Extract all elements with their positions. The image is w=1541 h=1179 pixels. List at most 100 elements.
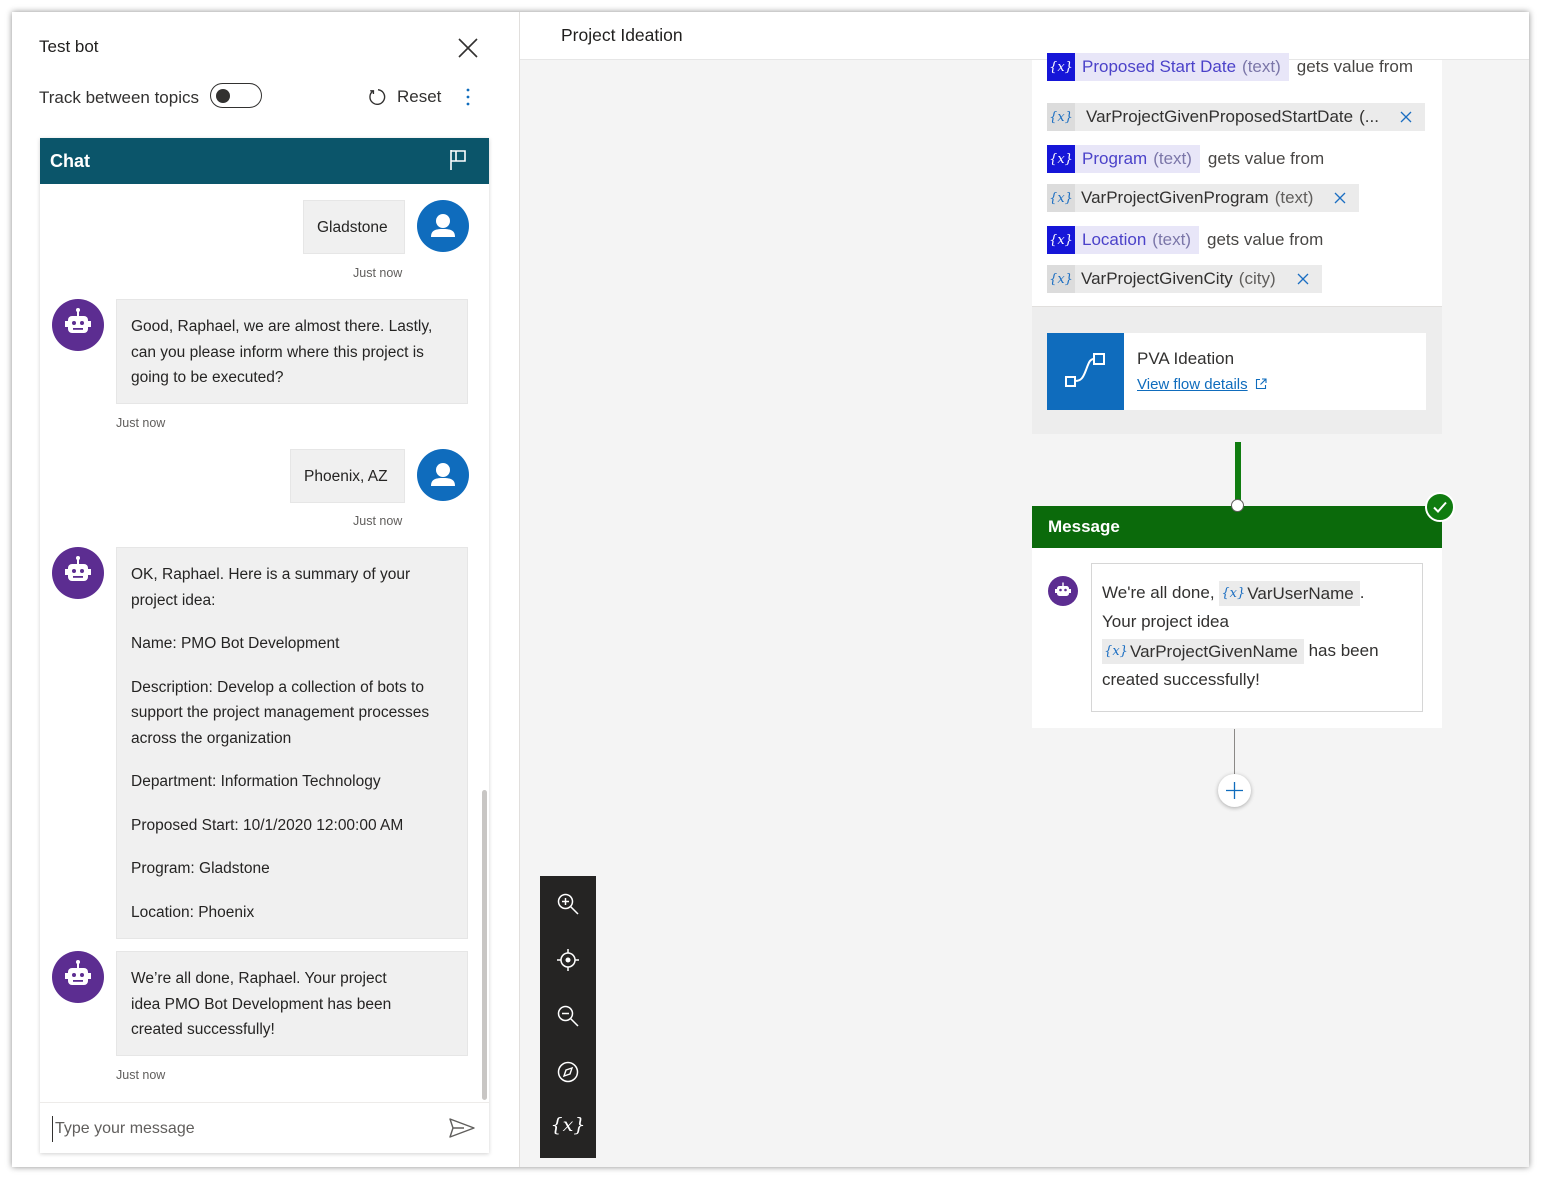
variable-icon: {x} [1047, 53, 1075, 81]
target-variable-type: (text) [1152, 230, 1192, 249]
message-text: created successfully! [1102, 670, 1260, 689]
node-status-badge [1425, 492, 1455, 522]
bot-avatar [52, 547, 104, 599]
test-bot-title: Test bot [39, 37, 99, 56]
bot-icon [65, 556, 91, 581]
view-flow-details-link[interactable]: View flow details [1137, 376, 1248, 393]
user-icon [431, 214, 455, 237]
bot-summary-message: OK, Raphael. Here is a summary of your p… [116, 547, 468, 939]
message-node-title: Message [1048, 517, 1120, 536]
variable-icon: {x} [1221, 586, 1246, 602]
inline-variable[interactable]: {x} VarProjectGivenName [1102, 639, 1304, 665]
minimap-button[interactable] [540, 1044, 596, 1100]
gets-value-from-label: gets value from [1207, 230, 1324, 249]
dismiss-icon[interactable] [1333, 191, 1347, 205]
variable-icon: {x} [1047, 184, 1075, 212]
summary-department: Department: Information Technology [131, 773, 381, 790]
source-variable-name: VarProjectGivenProposedStartDate [1086, 107, 1354, 126]
summary-intro: OK, Raphael. Here is a summary of your p… [131, 566, 411, 609]
track-between-topics-toggle[interactable] [210, 83, 262, 108]
dismiss-icon[interactable] [1296, 272, 1310, 286]
variable-icon: {x} [1047, 226, 1075, 254]
recenter-icon [557, 949, 579, 971]
bot-message-text: We’re all done, Raphael. Your project id… [131, 970, 392, 1038]
reset-label: Reset [397, 87, 442, 106]
variables-button[interactable]: {x} [540, 1100, 596, 1156]
checkmark-icon [1433, 501, 1447, 513]
message-text: Your project idea [1102, 612, 1229, 631]
inline-variable[interactable]: {x} VarUserName [1219, 581, 1360, 607]
target-variable[interactable]: {x} Proposed Start Date (text) [1047, 53, 1289, 81]
flow-card[interactable]: PVA Ideation View flow details [1047, 333, 1426, 410]
more-vertical-icon[interactable] [462, 85, 474, 109]
add-node-button[interactable] [1218, 774, 1251, 807]
target-variable-name: Program [1082, 149, 1148, 168]
message-text: . [1359, 583, 1365, 602]
gets-value-from-label: gets value from [1207, 149, 1325, 168]
add-node-connector [1234, 729, 1235, 779]
flow-icon-tile [1047, 333, 1124, 410]
chat-panel: Chat Gladstone Just now Good, Raphael, w… [40, 138, 489, 1153]
source-variable-name: VarProjectGivenCity [1081, 269, 1233, 288]
message-node[interactable]: Message We're all done, {x} VarUserName. … [1032, 506, 1442, 728]
bot-message: Good, Raphael, we are almost there. Last… [116, 299, 468, 404]
summary-name: Name: PMO Bot Development [131, 635, 340, 652]
flow-icon [1065, 353, 1105, 387]
summary-description: Description: Develop a collection of bot… [131, 678, 430, 747]
summary-location: Location: Phoenix [131, 903, 255, 921]
bot-icon [65, 308, 91, 333]
variable-icon: {x} [550, 1114, 586, 1136]
chat-transcript: Gladstone Just now Good, Raphael, we are… [40, 184, 489, 1102]
user-avatar [417, 200, 469, 252]
timestamp: Just now [353, 266, 403, 280]
send-icon[interactable] [448, 1117, 476, 1139]
target-variable-type: (text) [1153, 149, 1192, 168]
source-variable-chip[interactable]: {x} VarProjectGivenProposedStartDate (..… [1047, 103, 1425, 131]
bot-avatar [1048, 576, 1078, 606]
user-message-text: Gladstone [317, 219, 388, 236]
connector-dot [1231, 499, 1244, 512]
summary-proposed-start: Proposed Start: 10/1/2020 12:00:00 AM [131, 816, 404, 834]
message-text: has been [1308, 641, 1379, 660]
chat-scrollbar[interactable] [482, 790, 487, 1100]
node-connector [1235, 442, 1241, 506]
target-variable-name: Location [1082, 230, 1147, 249]
chat-message-input[interactable] [52, 1116, 432, 1142]
bot-message-text: Good, Raphael, we are almost there. Last… [131, 318, 433, 386]
variable-icon: {x} [1047, 145, 1075, 173]
timestamp: Just now [116, 1068, 166, 1082]
close-icon[interactable] [456, 36, 480, 60]
variable-icon: {x} [1104, 644, 1128, 660]
zoom-out-button[interactable] [540, 988, 596, 1044]
summary-program: Program: Gladstone [131, 860, 270, 877]
message-text-box[interactable]: We're all done, {x} VarUserName. Your pro… [1091, 563, 1423, 712]
window: Test bot Track between topics Reset Chat [12, 12, 1529, 1167]
target-variable[interactable]: {x} Program (text) [1047, 145, 1200, 173]
recenter-button[interactable] [540, 932, 596, 988]
target-variable[interactable]: {x} Location (text) [1047, 226, 1200, 254]
user-message: Gladstone [303, 200, 405, 254]
zoom-in-button[interactable] [540, 876, 596, 932]
refresh-icon [369, 88, 386, 105]
inline-variable-name: VarProjectGivenName [1130, 642, 1298, 662]
flag-icon[interactable] [448, 148, 470, 172]
inline-variable-name: VarUserName [1247, 584, 1354, 604]
bot-icon [65, 960, 91, 985]
variable-icon: {x} [1047, 103, 1075, 131]
test-bot-pane: Test bot Track between topics Reset Chat [12, 12, 520, 1167]
reset-button[interactable]: Reset [367, 84, 441, 110]
gets-value-from-label: gets value from [1296, 57, 1413, 76]
external-link-icon[interactable] [1255, 378, 1267, 390]
authoring-canvas: Project Ideation {x} Proposed Start Date… [520, 12, 1529, 1167]
mapping-source-row: {x} VarProjectGivenCity (city) [1047, 265, 1322, 293]
timestamp: Just now [353, 514, 403, 528]
user-avatar [417, 449, 469, 501]
user-message-text: Phoenix, AZ [304, 468, 388, 485]
zoom-in-icon [557, 893, 579, 915]
mapping-target-row: {x} Location (text) gets value from [1047, 226, 1323, 254]
source-variable-chip[interactable]: {x} VarProjectGivenProgram (text) [1047, 184, 1360, 212]
canvas-toolbar: {x} [540, 876, 596, 1158]
user-icon [431, 463, 455, 486]
source-variable-chip[interactable]: {x} VarProjectGivenCity (city) [1047, 265, 1322, 293]
dismiss-icon[interactable] [1399, 110, 1413, 124]
